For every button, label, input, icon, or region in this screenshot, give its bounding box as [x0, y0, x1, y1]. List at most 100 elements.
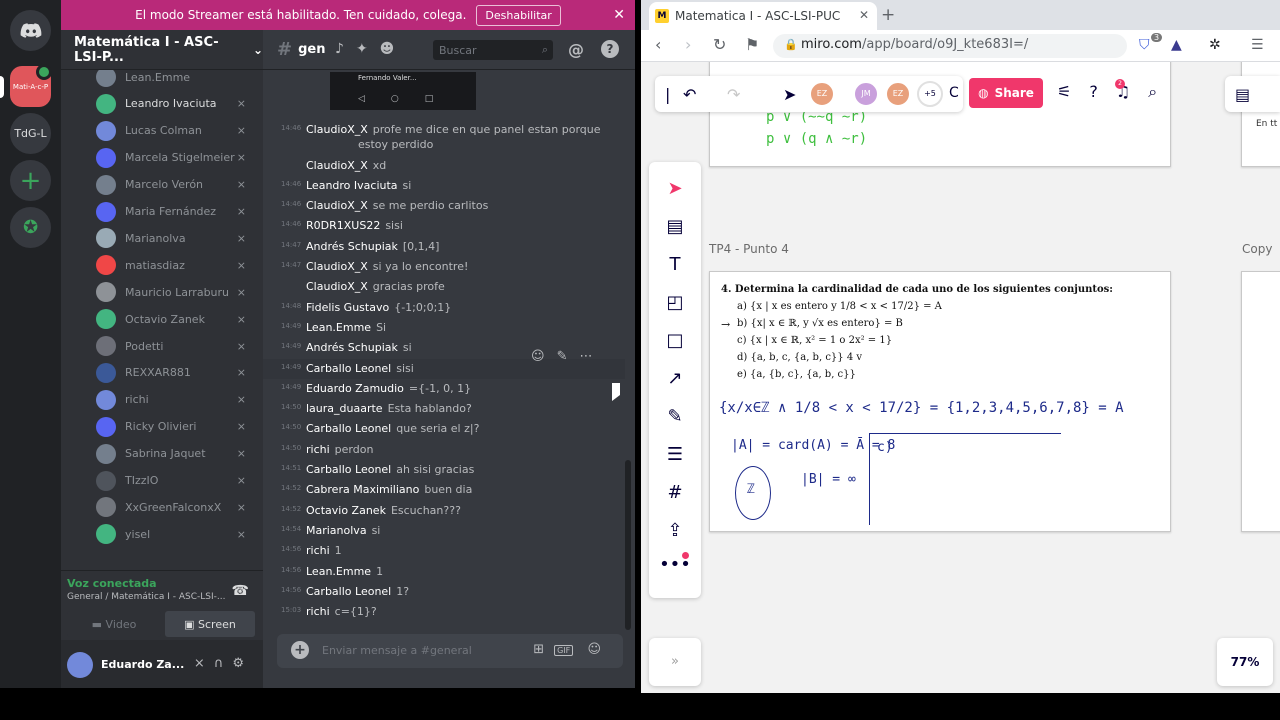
frame-icon[interactable]: # — [649, 482, 701, 503]
voice-member[interactable]: Leandro Ivaciuta ⨯ — [96, 93, 256, 115]
text-tool-icon[interactable]: T — [649, 254, 701, 275]
frame-label-right[interactable]: Copy — [1242, 242, 1272, 256]
message-author[interactable]: Carballo Leonel — [306, 585, 391, 598]
voice-member[interactable]: Lucas Colman ⨯ — [96, 120, 256, 142]
message-author[interactable]: Carballo Leonel — [306, 422, 391, 435]
disconnect-icon[interactable]: ☎ — [232, 583, 249, 599]
edit-icon[interactable]: ✎ — [557, 349, 580, 364]
chat-message[interactable]: 14:50 Carballo Leonel que seria el z|? — [263, 419, 625, 439]
chat-message[interactable]: 15:03 richi c={1}? — [263, 602, 625, 622]
close-tab-icon[interactable]: ✕ — [859, 8, 869, 22]
address-bar[interactable]: 🔒 miro.com/app/board/o9J_kte683I=/ — [773, 34, 1127, 58]
message-author[interactable]: ClaudioX_X — [306, 199, 368, 212]
stream-preview[interactable]: Fernando Valer... ◁○□ — [330, 72, 476, 110]
frame-copy[interactable] — [1241, 271, 1280, 532]
message-author[interactable]: richi — [306, 605, 330, 618]
board-list-icon[interactable]: ▤ — [1235, 85, 1250, 104]
message-author[interactable]: laura_duaarte — [306, 402, 383, 415]
disable-streamer-button[interactable]: Deshabilitar — [476, 4, 561, 26]
undo-icon[interactable]: ↶ — [683, 85, 696, 104]
chat-message[interactable]: 14:46 ClaudioX_X se me perdio carlitos — [263, 196, 625, 216]
compass-icon[interactable]: ✪ — [10, 207, 51, 248]
video-button[interactable]: ▬ Video — [67, 611, 161, 637]
headphones-icon[interactable]: ∩ — [214, 656, 233, 671]
voice-member[interactable]: yisel ⨯ — [96, 523, 256, 545]
voice-member[interactable]: Ricky Olivieri ⨯ — [96, 416, 256, 438]
miro-board[interactable]: p ∨ (∼∼q ∼r) p ∨ (q ∧ ∼r) En tt TP4 - Pu… — [641, 62, 1280, 693]
scrollbar[interactable] — [625, 460, 631, 630]
menu-icon[interactable]: ☰ — [1251, 37, 1264, 53]
chat-message[interactable]: 14:52 Cabrera Maximiliano buen dia — [263, 480, 625, 500]
gear-icon[interactable]: ⚙ — [232, 656, 253, 671]
chat-message[interactable]: 14:47 ClaudioX_X si ya lo encontre! — [263, 257, 625, 277]
bell-icon[interactable]: ♪ — [335, 41, 356, 57]
comment-mode-icon[interactable]: C — [949, 85, 959, 101]
voice-member[interactable]: richi ⨯ — [96, 389, 256, 411]
settings-sliders-icon[interactable]: ⚟ — [1057, 82, 1089, 101]
message-author[interactable]: ClaudioX_X — [306, 260, 368, 273]
triangle-extension-icon[interactable]: ▲ — [1171, 37, 1182, 53]
voice-member[interactable]: Marianolva ⨯ — [96, 227, 256, 249]
chat-message[interactable]: ClaudioX_X xd — [263, 156, 625, 176]
voice-member[interactable]: Mauricio Larraburu ⨯ — [96, 281, 256, 303]
frame-label[interactable]: TP4 - Punto 4 — [709, 242, 789, 256]
help-icon[interactable]: ? — [601, 40, 619, 58]
emoji-icon[interactable]: ☺ — [587, 642, 611, 657]
more-tools-icon[interactable]: ••• — [649, 554, 701, 575]
avatar[interactable]: JM — [853, 81, 879, 107]
message-author[interactable]: Octavio Zanek — [306, 504, 386, 517]
mentions-icon[interactable]: @ — [568, 40, 584, 59]
gif-icon[interactable]: GIF — [554, 645, 574, 656]
message-author[interactable]: Carballo Leonel — [306, 362, 391, 375]
message-input[interactable]: + Enviar mensaje a #general ⊞ GIF ☺ — [277, 634, 623, 668]
chat-message[interactable]: 14:54 Marianolva si — [263, 521, 625, 541]
chat-message[interactable]: 14:49 Eduardo Zamudio ={-1, 0, 1} — [263, 379, 625, 399]
message-author[interactable]: Eduardo Zamudio — [306, 382, 404, 395]
message-author[interactable]: Lean.Emme — [306, 565, 371, 578]
avatar[interactable]: EZ — [885, 81, 911, 107]
microphone-muted-icon[interactable]: ⨯ — [194, 656, 214, 671]
members-icon[interactable]: ☻ — [380, 41, 407, 57]
voice-member[interactable]: Marcelo Verón ⨯ — [96, 174, 256, 196]
attach-plus-icon[interactable]: + — [291, 641, 309, 659]
pen-icon[interactable]: ✎ — [649, 406, 701, 427]
chat-message[interactable]: 14:49 Lean.Emme Si — [263, 318, 625, 338]
bookmark-icon[interactable]: ⚑ — [745, 35, 759, 54]
chat-message[interactable]: 14:48 Fidelis Gustavo {-1;0;0;1} — [263, 298, 625, 318]
voice-member[interactable]: Podetti ⨯ — [96, 335, 256, 357]
chat-message[interactable]: 14:49 Carballo Leonel sisi ☺✎⋯ — [263, 349, 625, 379]
new-tab-icon[interactable]: + — [881, 5, 895, 25]
voice-member[interactable]: Lean.Emme — [96, 70, 256, 88]
message-author[interactable]: ClaudioX_X — [306, 123, 368, 136]
chat-message[interactable]: 14:56 Lean.Emme 1 — [263, 562, 625, 582]
avatar[interactable]: EZ — [809, 81, 835, 107]
server-tdg[interactable]: TdG-L — [10, 113, 51, 154]
share-button[interactable]: ◍ Share — [969, 78, 1043, 108]
message-author[interactable]: Andrés Schupiak — [306, 341, 398, 354]
message-author[interactable]: Cabrera Maximiliano — [306, 483, 419, 496]
more-collaborators[interactable]: +5 — [917, 81, 943, 107]
shape-icon[interactable]: □ — [649, 330, 701, 351]
more-icon[interactable]: ⋯ — [579, 349, 604, 364]
voice-member[interactable]: XxGreenFalconxX ⨯ — [96, 496, 256, 518]
search-input[interactable]: Buscar ⌕ — [433, 40, 553, 60]
message-author[interactable]: Lean.Emme — [306, 321, 371, 334]
chat-message[interactable]: 14:50 laura_duaarte Esta hablando? — [263, 399, 625, 419]
problem-image[interactable]: 4. Determina la cardinalidad de cada uno… — [716, 280, 1113, 386]
tab-miro[interactable]: M Matematica I - ASC-LSI-PUC ✕ — [649, 2, 877, 30]
voice-member[interactable]: REXXAR881 ⨯ — [96, 362, 256, 384]
discord-home-icon[interactable] — [10, 10, 51, 51]
help-icon[interactable]: ? — [1089, 82, 1116, 101]
message-author[interactable]: richi — [306, 544, 330, 557]
templates-icon[interactable]: ▤ — [649, 216, 701, 237]
chat-message[interactable]: 14:52 Octavio Zanek Escuchan??? — [263, 501, 625, 521]
search-icon[interactable]: ⌕ — [1148, 82, 1175, 101]
comment-icon[interactable]: ☰ — [649, 444, 701, 465]
sticky-note-icon[interactable]: ◰ — [649, 292, 701, 313]
voice-member[interactable]: TIzzIO ⨯ — [96, 470, 256, 492]
connector-line-icon[interactable]: ↗ — [649, 368, 701, 389]
server-header[interactable]: Matemática I - ASC-LSI-P... ⌄ — [61, 30, 263, 70]
chat-message[interactable]: 14:46 Leandro Ivaciuta si — [263, 176, 625, 196]
select-cursor-icon[interactable]: ➤ — [649, 178, 701, 199]
collaboration-cursor-icon[interactable]: ➤ — [783, 85, 796, 104]
